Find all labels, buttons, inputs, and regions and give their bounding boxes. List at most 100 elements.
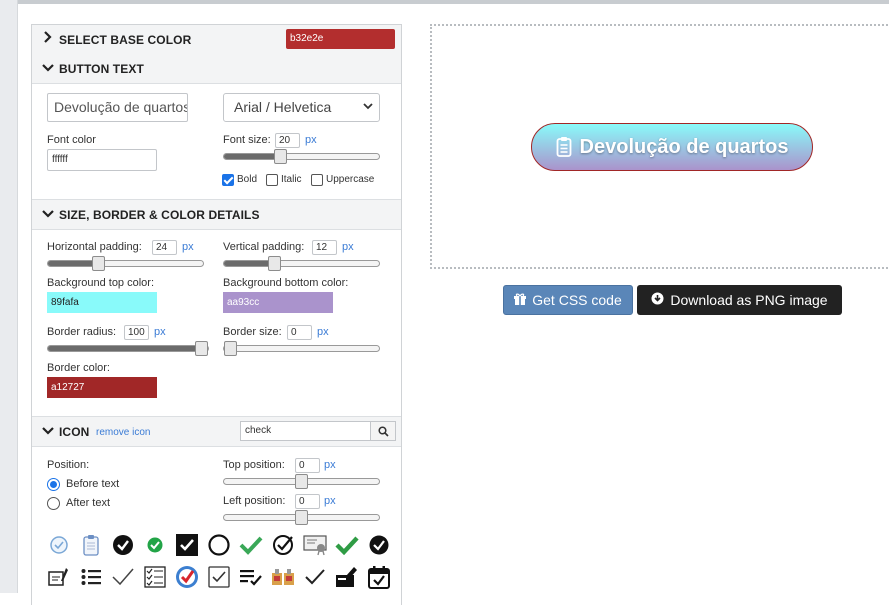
font-color-input[interactable]: ffffff bbox=[47, 149, 157, 171]
chevron-down-icon bbox=[363, 94, 373, 120]
certificate-icon[interactable] bbox=[303, 533, 327, 557]
border-radius-label: Border radius: bbox=[47, 326, 117, 338]
left-position-input[interactable]: 0 bbox=[295, 494, 320, 509]
slider-fill bbox=[224, 261, 275, 266]
uppercase-checkbox[interactable] bbox=[311, 174, 323, 186]
border-color-label: Border color: bbox=[47, 362, 110, 374]
font-size-input[interactable]: 20 bbox=[275, 133, 300, 148]
before-text-label: Before text bbox=[66, 478, 120, 490]
calendar-check-icon[interactable] bbox=[367, 565, 391, 589]
px-unit: px bbox=[324, 459, 336, 471]
left-position-slider[interactable] bbox=[223, 510, 380, 525]
font-family-value: Arial / Helvetica bbox=[234, 99, 332, 115]
generated-button-preview[interactable]: Devolução de quartos bbox=[531, 123, 813, 171]
section-button-text-header[interactable]: BUTTON TEXT bbox=[32, 54, 401, 84]
slider-handle[interactable] bbox=[268, 256, 282, 271]
italic-checkbox[interactable] bbox=[266, 174, 278, 186]
check-badge-color-icon[interactable] bbox=[175, 565, 199, 589]
position-label: Position: bbox=[47, 459, 90, 471]
left-position-label: Left position: bbox=[223, 495, 286, 507]
id-badges-icon[interactable] bbox=[271, 565, 295, 589]
button-text-input[interactable]: Devolução de quartos bbox=[47, 93, 188, 122]
top-position-slider[interactable] bbox=[223, 474, 380, 489]
slider-handle[interactable] bbox=[295, 474, 308, 489]
top-position-input[interactable]: 0 bbox=[295, 458, 320, 473]
section-title: SIZE, BORDER & COLOR DETAILS bbox=[59, 208, 260, 222]
list-bullets-icon[interactable] bbox=[79, 565, 103, 589]
border-radius-slider[interactable] bbox=[47, 341, 209, 356]
uppercase-label: Uppercase bbox=[326, 174, 375, 185]
before-text-radio[interactable] bbox=[47, 478, 60, 491]
sign-contract-icon[interactable] bbox=[335, 565, 359, 589]
px-unit: px bbox=[154, 326, 166, 338]
check-circle-small-black-icon[interactable] bbox=[367, 533, 391, 557]
get-css-code-label: Get CSS code bbox=[532, 292, 622, 308]
after-text-label: After text bbox=[66, 497, 111, 509]
get-css-code-button[interactable]: Get CSS code bbox=[503, 285, 633, 315]
chevron-down-icon bbox=[42, 425, 54, 439]
top-bar bbox=[0, 0, 889, 4]
slider-fill bbox=[48, 261, 99, 266]
vertical-padding-slider[interactable] bbox=[223, 256, 380, 271]
border-size-input[interactable]: 0 bbox=[287, 325, 312, 340]
base-color-picker[interactable]: b32e2e bbox=[286, 29, 395, 49]
download-circle-icon bbox=[651, 292, 664, 308]
check-circle-green-icon[interactable] bbox=[143, 533, 167, 557]
remove-icon-link[interactable]: remove icon bbox=[96, 427, 150, 438]
slider-handle[interactable] bbox=[195, 341, 208, 356]
download-png-button[interactable]: Download as PNG image bbox=[637, 285, 842, 315]
slider-fill bbox=[224, 515, 302, 520]
checklist-icon[interactable] bbox=[143, 565, 167, 589]
px-unit: px bbox=[342, 241, 354, 253]
search-icon[interactable] bbox=[370, 422, 395, 440]
section-title: BUTTON TEXT bbox=[59, 62, 144, 76]
contract-pen-icon[interactable] bbox=[47, 565, 71, 589]
check-square-black-icon[interactable] bbox=[175, 533, 199, 557]
border-size-slider[interactable] bbox=[223, 341, 380, 356]
horizontal-padding-input[interactable]: 24 bbox=[152, 240, 177, 255]
left-margin-strip bbox=[0, 0, 18, 593]
check-circle-outline-icon[interactable] bbox=[47, 533, 71, 557]
clipboard-check-icon[interactable] bbox=[79, 533, 103, 557]
background-bottom-color-picker[interactable]: aa93cc bbox=[223, 292, 333, 313]
border-radius-input[interactable]: 100 bbox=[124, 325, 149, 340]
circle-outline-icon[interactable] bbox=[207, 533, 231, 557]
vertical-padding-input[interactable]: 12 bbox=[312, 240, 337, 255]
check-circle-thin-icon[interactable] bbox=[271, 533, 295, 557]
bold-checkbox[interactable] bbox=[222, 174, 234, 186]
font-size-label: Font size: bbox=[223, 134, 271, 146]
slider-fill bbox=[224, 479, 302, 484]
font-family-select[interactable]: Arial / Helvetica bbox=[223, 93, 380, 122]
horizontal-padding-slider[interactable] bbox=[47, 256, 204, 271]
icon-search-input[interactable]: check bbox=[240, 421, 396, 441]
list-check-icon[interactable] bbox=[239, 565, 263, 589]
check-box-outline-icon[interactable] bbox=[207, 565, 231, 589]
slider-handle[interactable] bbox=[92, 256, 106, 271]
slider-handle[interactable] bbox=[295, 510, 308, 525]
background-top-color-picker[interactable]: 89fafa bbox=[47, 292, 157, 313]
check-mark-green-icon[interactable] bbox=[239, 533, 263, 557]
border-size-label: Border size: bbox=[223, 326, 282, 338]
section-base-color-header[interactable]: SELECT BASE COLOR b32e2e bbox=[32, 25, 401, 55]
px-unit: px bbox=[317, 326, 329, 338]
section-title: ICON bbox=[59, 425, 90, 439]
background-bottom-color-label: Background bottom color: bbox=[223, 277, 349, 289]
check-mark-thin-icon[interactable] bbox=[111, 565, 135, 589]
chevron-right-icon bbox=[42, 31, 52, 46]
after-text-radio[interactable] bbox=[47, 497, 60, 510]
check-circle-black-icon[interactable] bbox=[111, 533, 135, 557]
check-mark-plain-icon[interactable] bbox=[303, 565, 327, 589]
slider-handle[interactable] bbox=[273, 149, 287, 164]
font-size-slider[interactable] bbox=[223, 149, 380, 164]
gift-icon bbox=[514, 293, 527, 308]
px-unit: px bbox=[324, 495, 336, 507]
slider-handle[interactable] bbox=[224, 341, 237, 356]
horizontal-padding-label: Horizontal padding: bbox=[47, 241, 142, 253]
border-color-picker[interactable]: a12727 bbox=[47, 377, 157, 398]
section-details-header[interactable]: SIZE, BORDER & COLOR DETAILS bbox=[32, 199, 401, 230]
settings-panel: SELECT BASE COLOR b32e2e BUTTON TEXT Dev… bbox=[31, 24, 402, 605]
section-title: SELECT BASE COLOR bbox=[59, 33, 192, 47]
download-png-label: Download as PNG image bbox=[670, 292, 828, 308]
italic-label: Italic bbox=[281, 174, 302, 185]
check-mark-green-bold-icon[interactable] bbox=[335, 533, 359, 557]
